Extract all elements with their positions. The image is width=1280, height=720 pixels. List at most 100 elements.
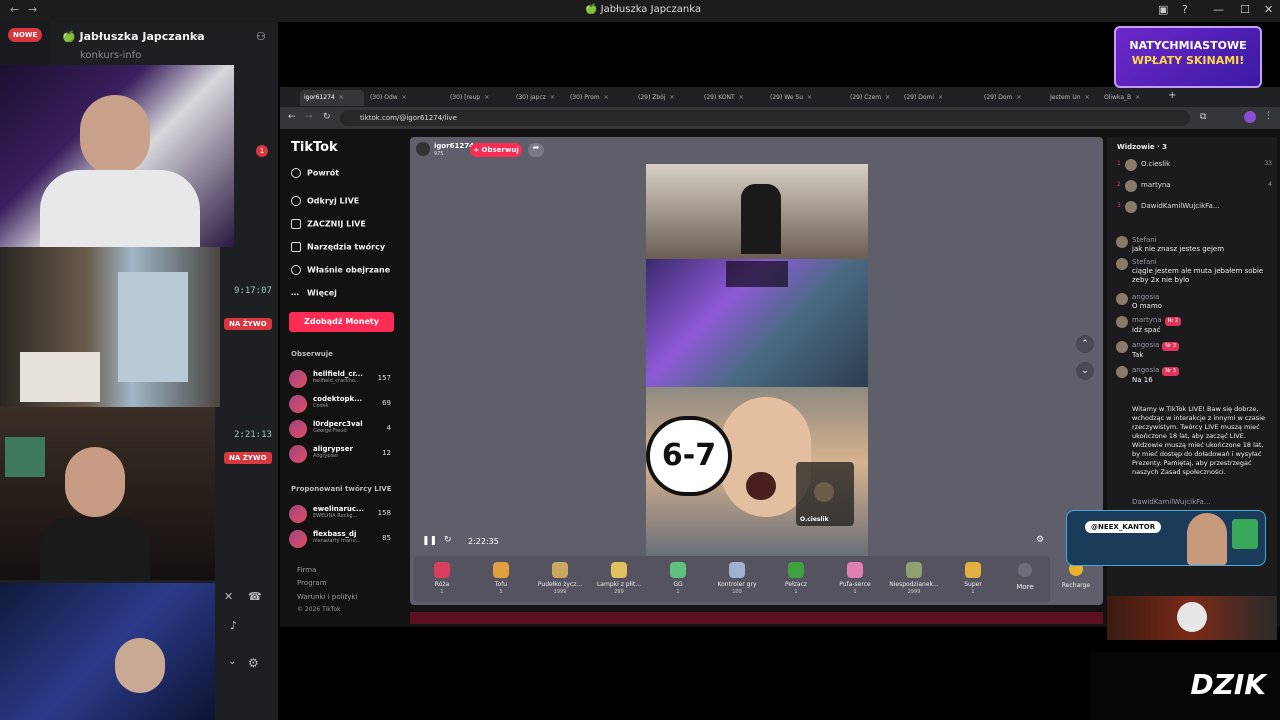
browser-tab[interactable]: Jestem Un × (1046, 90, 1104, 106)
more-gifts-button[interactable]: More (1010, 563, 1040, 591)
server-name[interactable]: 🍏 Jabłuszka Japczanka (62, 30, 205, 43)
chat-username[interactable]: angosia (1132, 293, 1274, 302)
mute-mic-icon[interactable]: ✕ (224, 590, 233, 603)
maximize-icon[interactable]: ☐ (1240, 3, 1250, 16)
extensions-icon[interactable]: ⧉ (1200, 112, 1206, 122)
chat-message[interactable]: Stefani jak nie znasz jestes gejem (1116, 236, 1274, 254)
webcam-tile-3[interactable] (0, 407, 215, 580)
share-icon[interactable]: ➦ (528, 143, 544, 157)
browser-tab[interactable]: (30) [reup × (446, 90, 504, 106)
soundboard-icon[interactable]: ♪ (230, 619, 237, 632)
close-window-icon[interactable]: ✕ (1264, 3, 1273, 16)
browser-tab[interactable]: (29) We Su × (766, 90, 824, 106)
webcam-tile-4[interactable] (0, 583, 215, 720)
browser-tab[interactable]: (30) Odw × (366, 90, 424, 106)
chat-username[interactable]: angosia Nr 3 (1132, 341, 1274, 351)
hangup-icon[interactable]: ☎ (248, 590, 262, 603)
scroll-up-icon[interactable]: ⌃ (1076, 335, 1094, 353)
close-tab-icon[interactable]: × (885, 94, 890, 101)
gift-item[interactable]: Pełzacz 1 (771, 562, 821, 595)
following-item[interactable]: codektopk... Codek 69 (289, 393, 399, 415)
settings-gear-icon[interactable]: ⚙ (248, 656, 259, 670)
following-item[interactable]: ewelinaruc... EWELINA Ruckg... 158 (289, 503, 399, 525)
chevron-down-icon[interactable]: ⌄ (228, 656, 236, 667)
chat-message[interactable]: Stefani ciągle jestem ale muta jebałem so… (1116, 258, 1274, 285)
webcam-tile-1[interactable] (0, 65, 234, 247)
footer-link[interactable]: Program (297, 579, 327, 587)
nav-discover-live[interactable]: Odkryj LIVE (291, 196, 359, 206)
nav-more[interactable]: … Więcej (291, 288, 337, 298)
close-tab-icon[interactable]: × (402, 94, 407, 101)
forward-arrow-icon[interactable]: → (28, 3, 37, 16)
close-tab-icon[interactable]: × (339, 94, 344, 101)
chat-username[interactable]: martyna Nr 2 (1132, 316, 1274, 326)
browser-tab[interactable]: Oliwka_B × (1100, 90, 1158, 106)
gift-item[interactable]: Róża 1 (417, 562, 467, 595)
settings-icon[interactable]: ⚙ (1036, 535, 1044, 545)
address-bar[interactable]: tiktok.com/@igor61274/live (340, 110, 1190, 126)
gift-item[interactable]: Tofu 5 (476, 562, 526, 595)
inbox-icon[interactable]: ▣ (1158, 3, 1168, 16)
browser-tab[interactable]: (30) japcz × (512, 90, 570, 106)
add-friend-icon[interactable]: ⚇ (256, 30, 266, 43)
profile-avatar[interactable] (1244, 111, 1256, 123)
back-icon[interactable]: ← (288, 112, 296, 122)
chat-username[interactable]: Stefani (1132, 258, 1274, 267)
gift-item[interactable]: GG 1 (653, 562, 703, 595)
following-item[interactable]: flexbass_dj nienażarty mariu... 85 (289, 528, 399, 550)
back-link[interactable]: Powrót (291, 168, 339, 178)
refresh-icon[interactable]: ↻ (444, 535, 452, 545)
gift-item[interactable]: Pufa-serce 1 (830, 562, 880, 595)
channel-name[interactable]: konkurs-info (80, 50, 141, 61)
browser-tab[interactable]: (29) KONT × (700, 90, 758, 106)
footer-link[interactable]: Firma (297, 566, 316, 574)
following-item[interactable]: hellfield_cr... hellfield_crackho... 157 (289, 368, 399, 390)
close-tab-icon[interactable]: × (739, 94, 744, 101)
help-icon[interactable]: ? (1182, 3, 1188, 16)
following-item[interactable]: l0rdperc3val George Freud 4 (289, 418, 399, 440)
chat-message[interactable]: angosia O mamo (1116, 293, 1274, 311)
viewer-row[interactable]: 1 O.cieslik 33 (1117, 159, 1272, 173)
browser-tab[interactable]: (29) Zbój × (634, 90, 692, 106)
tiktok-logo[interactable]: TikTok (291, 140, 338, 155)
close-tab-icon[interactable]: × (1016, 94, 1021, 101)
viewer-row[interactable]: 3 DawidKamilWujcikFa... (1117, 201, 1272, 215)
browser-tab[interactable]: (29) Dom × (980, 90, 1038, 106)
close-tab-icon[interactable]: × (807, 94, 812, 101)
follow-button[interactable]: + Obserwuj (470, 143, 522, 157)
streamer-avatar[interactable] (416, 142, 430, 156)
webcam-tile-2[interactable] (0, 247, 220, 407)
recharge-button[interactable]: Recharge (1053, 560, 1099, 600)
chat-message[interactable]: angosia Nr 3 Tak (1116, 341, 1274, 360)
pause-icon[interactable]: ❚❚ (422, 536, 437, 546)
chat-username[interactable]: angosia Nr 3 (1132, 366, 1274, 376)
minimize-icon[interactable]: — (1213, 3, 1224, 16)
get-coins-button[interactable]: Zdobądź Monety (289, 312, 394, 332)
close-tab-icon[interactable]: × (550, 94, 555, 101)
scroll-down-icon[interactable]: ⌄ (1076, 362, 1094, 380)
browser-tab[interactable]: (29) Czem × (846, 90, 904, 106)
chat-message[interactable]: martyna Nr 2 idź spać (1116, 316, 1274, 335)
back-arrow-icon[interactable]: ← (10, 3, 19, 16)
gift-item[interactable]: Super 1 (948, 562, 998, 595)
menu-dots-icon[interactable]: ⋮ (1264, 111, 1273, 121)
nav-creator-tools[interactable]: Narzędzia twórcy (291, 242, 385, 252)
chevron-down-icon[interactable]: ⌄ (193, 30, 201, 40)
close-tab-icon[interactable]: × (484, 94, 489, 101)
close-tab-icon[interactable]: × (1135, 94, 1140, 101)
chat-message[interactable]: angosia Nr 3 Na 16 (1116, 366, 1274, 385)
following-item[interactable]: aligrypser Aligrypser 12 (289, 443, 399, 465)
chat-username[interactable]: Stefani (1132, 236, 1274, 245)
nav-recently-watched[interactable]: Właśnie obejrzane (291, 265, 390, 275)
close-tab-icon[interactable]: × (938, 94, 943, 101)
forward-icon[interactable]: → (305, 112, 313, 122)
streamer-name[interactable]: igor61274 (434, 142, 474, 150)
footer-link[interactable]: Warunki i polityki (297, 593, 357, 601)
close-tab-icon[interactable]: × (604, 94, 609, 101)
gift-item[interactable]: Pudełko życz... 1999 (535, 562, 585, 595)
nav-start-live[interactable]: ZACZNIJ LIVE (291, 219, 366, 229)
browser-tab[interactable]: igor61274 × (300, 90, 364, 106)
viewer-row[interactable]: 2 martyna 4 (1117, 180, 1272, 194)
chat-username[interactable]: DawidKamilWujcikFa... (1132, 498, 1211, 506)
gift-item[interactable]: Kontroler gry 100 (712, 562, 762, 595)
